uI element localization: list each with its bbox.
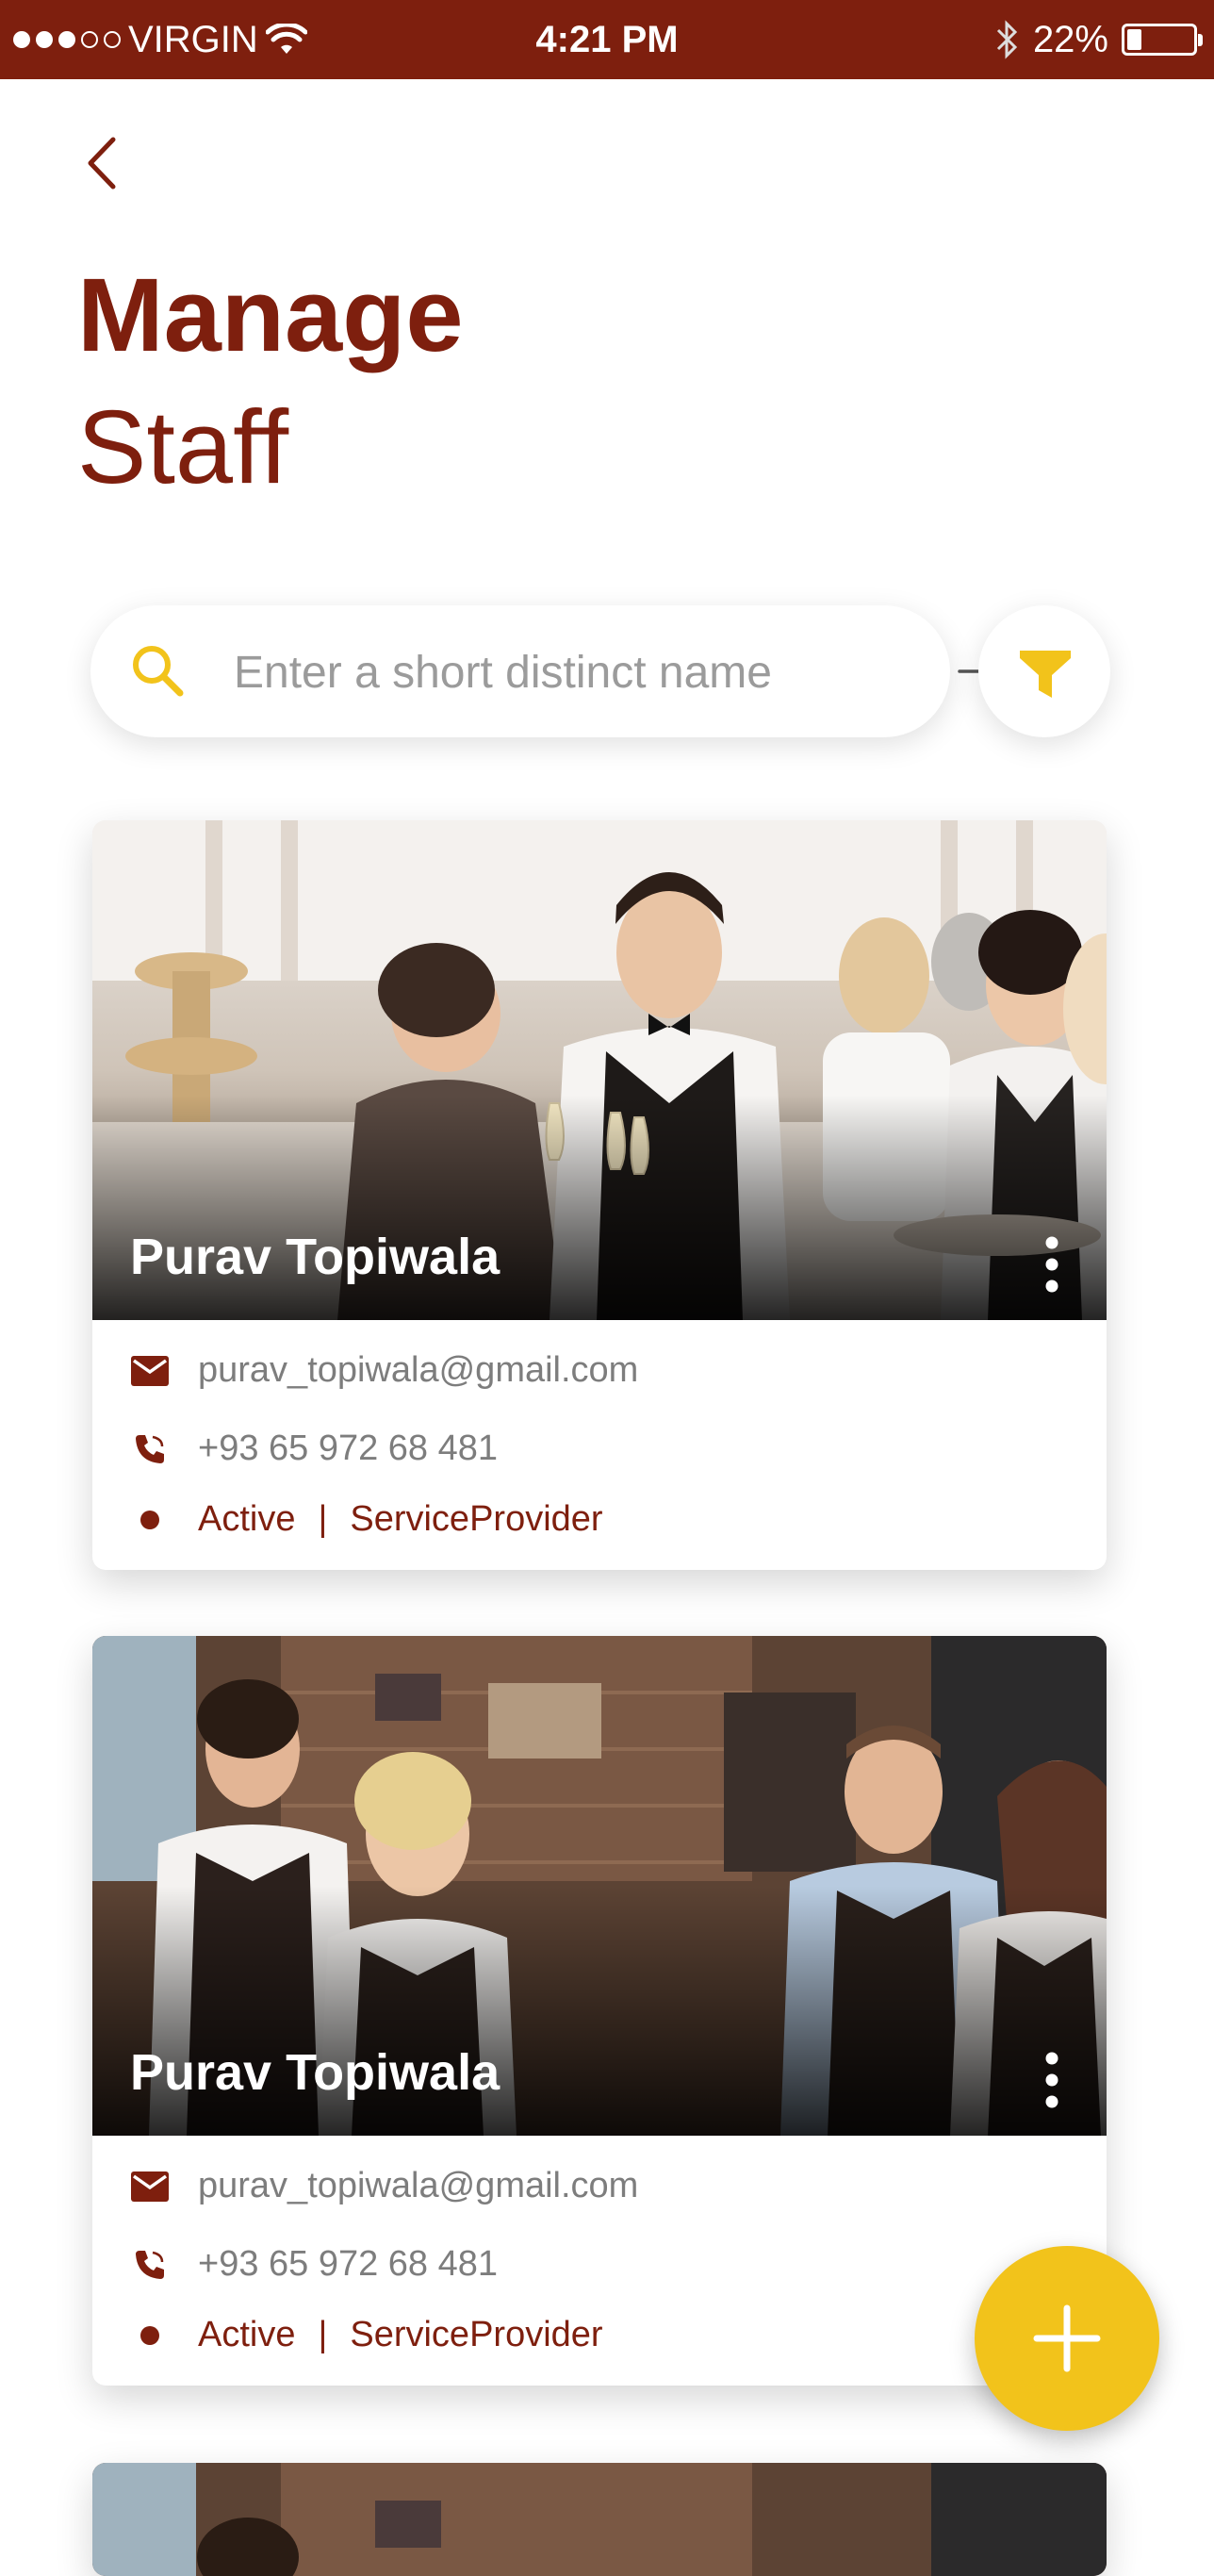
staff-card[interactable] — [92, 2463, 1107, 2576]
staff-card[interactable]: Purav Topiwala purav_topiwala@gmail.com … — [92, 1636, 1107, 2386]
staff-status-row: Active | ServiceProvider — [130, 2315, 603, 2355]
staff-email-row: purav_topiwala@gmail.com — [130, 2166, 638, 2206]
more-vertical-icon[interactable] — [1041, 1231, 1063, 1297]
status-right: 22% — [995, 0, 1203, 79]
bluetooth-icon — [996, 20, 1018, 59]
staff-photo — [92, 2463, 1107, 2576]
staff-phone-row: +93 65 972 68 481 — [130, 1428, 498, 1469]
mail-icon — [131, 2171, 169, 2202]
filter-button[interactable] — [978, 605, 1110, 737]
staff-phone: +93 65 972 68 481 — [198, 2244, 499, 2284]
staff-status-row: Active | ServiceProvider — [130, 1499, 603, 1540]
add-staff-button[interactable] — [975, 2246, 1159, 2431]
phone-icon — [136, 1434, 164, 1463]
staff-role: ServiceProvider — [350, 1499, 603, 1539]
search-bar — [90, 605, 1005, 737]
search-input[interactable] — [232, 634, 895, 711]
staff-email-row: purav_topiwala@gmail.com — [130, 1350, 638, 1391]
battery-percent: 22% — [1032, 18, 1108, 60]
search-icon — [133, 646, 184, 697]
staff-name: Purav Topiwala — [130, 1229, 500, 1285]
plus-icon — [1033, 2304, 1101, 2372]
chevron-left-icon[interactable] — [74, 130, 130, 196]
staff-email: purav_topiwala@gmail.com — [198, 2166, 639, 2205]
page-title: Manage — [77, 257, 464, 373]
status-dot-icon — [140, 1510, 159, 1529]
staff-phone: +93 65 972 68 481 — [198, 1428, 499, 1468]
staff-status: Active — [198, 1499, 296, 1539]
phone-icon — [136, 2250, 164, 2279]
filter-icon — [1020, 651, 1071, 698]
staff-phone-row: +93 65 972 68 481 — [130, 2244, 498, 2285]
staff-status: Active — [198, 2315, 296, 2354]
status-separator: | — [318, 1499, 328, 1539]
staff-name: Purav Topiwala — [130, 2044, 500, 2101]
page-subtitle: Staff — [77, 389, 289, 505]
staff-card[interactable]: Purav Topiwala purav_topiwala@gmail.com … — [92, 820, 1107, 1570]
staff-email: purav_topiwala@gmail.com — [198, 1350, 639, 1390]
mail-icon — [131, 1355, 169, 1386]
status-bar: VIRGIN 4:21 PM 22% — [0, 0, 1214, 79]
status-dot-icon — [140, 2325, 159, 2345]
battery-icon — [1122, 24, 1203, 56]
more-vertical-icon[interactable] — [1041, 2047, 1063, 2113]
staff-role: ServiceProvider — [350, 2315, 603, 2354]
status-separator: | — [318, 2315, 328, 2354]
